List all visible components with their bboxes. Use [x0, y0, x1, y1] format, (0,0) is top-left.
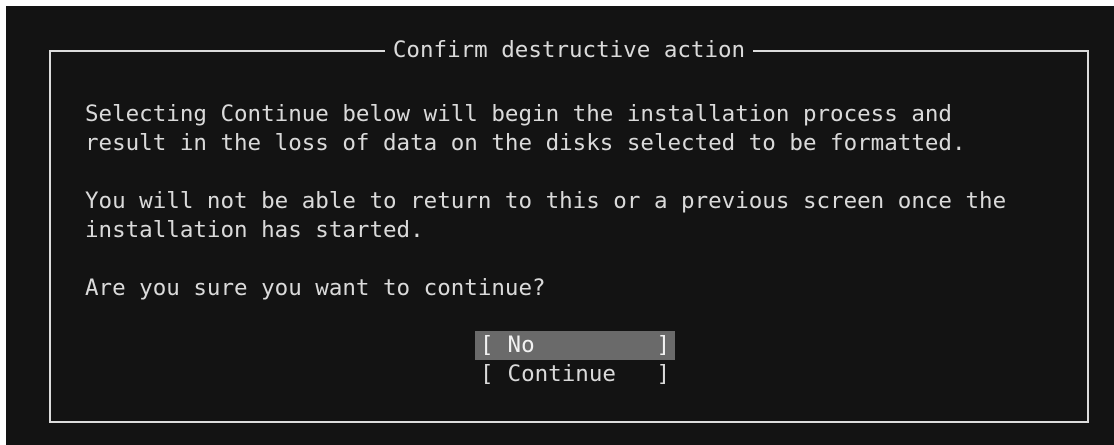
no-return-line-1: You will not be able to return to this o…	[85, 188, 1007, 214]
confirm-question: Are you sure you want to continue?	[85, 274, 1067, 303]
warning-paragraph: Selecting Continue below will begin the …	[85, 100, 1067, 158]
no-return-line-2: installation has started.	[85, 217, 424, 243]
warning-line-1: Selecting Continue below will begin the …	[85, 101, 952, 127]
dialog-body: Selecting Continue below will begin the …	[85, 100, 1067, 332]
no-return-paragraph: You will not be able to return to this o…	[85, 187, 1067, 245]
confirm-dialog: Confirm destructive action Selecting Con…	[49, 37, 1089, 423]
continue-button-label: Continue	[507, 361, 616, 387]
no-button-label: No	[507, 332, 535, 358]
continue-button-close-bracket: ]	[656, 361, 670, 387]
dialog-title-text: Confirm destructive action	[384, 37, 754, 63]
dialog-title: Confirm destructive action	[51, 36, 1087, 65]
continue-button-open-bracket: [	[480, 361, 494, 387]
no-button[interactable]: [ No ]	[475, 331, 675, 360]
confirm-question-text: Are you sure you want to continue?	[85, 275, 546, 301]
continue-button[interactable]: [ Continue ]	[475, 360, 675, 389]
no-button-open-bracket: [	[480, 332, 494, 358]
warning-line-2: result in the loss of data on the disks …	[85, 130, 966, 156]
button-group: [ No ] [ Continue ]	[475, 331, 675, 389]
no-button-close-bracket: ]	[656, 332, 670, 358]
terminal-screen: Confirm destructive action Selecting Con…	[6, 6, 1114, 445]
